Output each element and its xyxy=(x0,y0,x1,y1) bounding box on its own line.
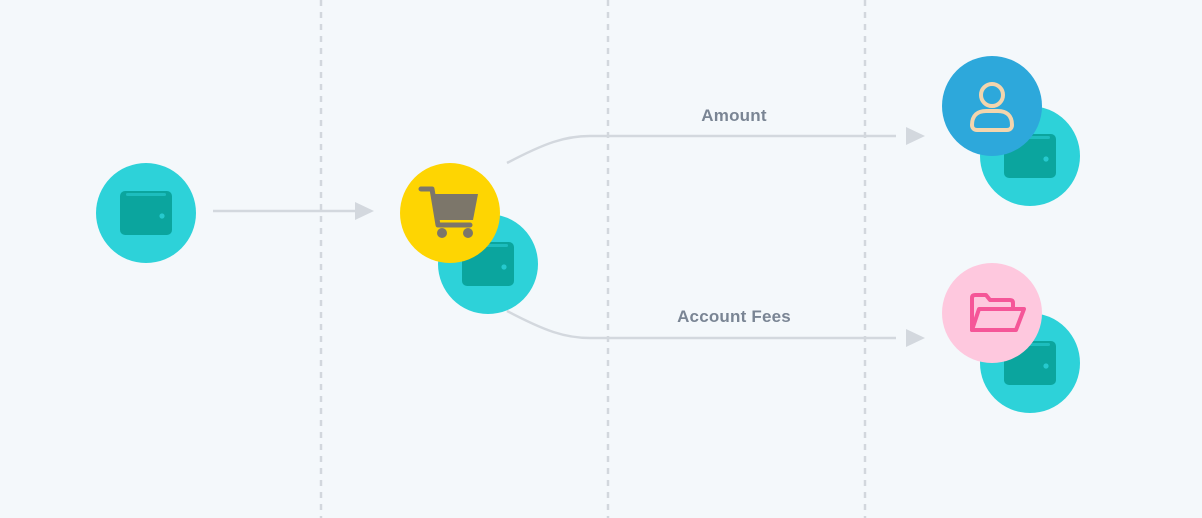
arrowhead-icon xyxy=(906,127,925,145)
recipient-fees-node xyxy=(942,263,1080,413)
arrowhead-icon xyxy=(906,329,925,347)
recipient-user-node xyxy=(942,56,1080,206)
checkout-node xyxy=(400,163,538,314)
account-fees-label: Account Fees xyxy=(677,307,791,326)
wallet-icon xyxy=(120,191,172,235)
source-wallet-node xyxy=(96,163,196,263)
arrowhead-icon xyxy=(355,202,374,220)
connector-source-to-checkout xyxy=(213,202,374,220)
connector-amount xyxy=(506,127,925,165)
amount-label: Amount xyxy=(701,106,767,125)
diagram-canvas xyxy=(96,0,1080,518)
flow-diagram: Amount Account Fees xyxy=(0,0,1202,518)
